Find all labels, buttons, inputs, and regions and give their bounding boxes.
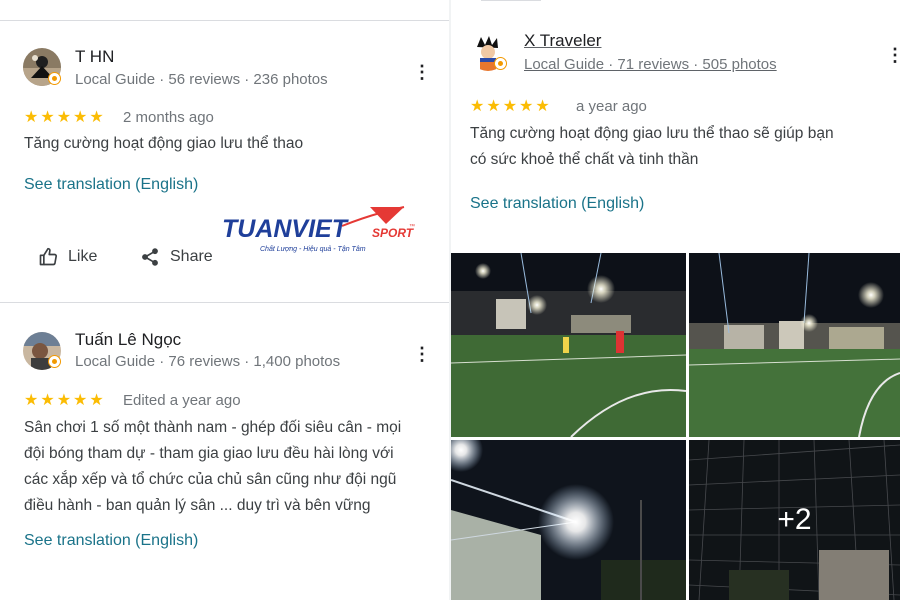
logo-tagline: Chất Lượng - Hiệu quả - Tận Tâm [260, 245, 366, 253]
share-label: Share [170, 248, 213, 265]
divider [0, 302, 449, 303]
review-text-line: các xắp xếp và tổ chức của chủ sân cũng … [24, 471, 397, 488]
see-translation-link[interactable]: See translation (English) [24, 176, 198, 194]
review-date: 2 months ago [123, 109, 214, 126]
tuanviet-sport-logo: TUANVIET SPORT ™ Chất Lượng - Hiệu quả -… [222, 204, 418, 256]
more-vertical-icon[interactable]: ⋮ [412, 60, 432, 84]
review-text-line: đội bóng tham dự - tham gia giao lưu đều… [24, 445, 394, 462]
review-photo[interactable] [689, 253, 900, 437]
local-guide-badge-icon [48, 355, 61, 368]
rating-stars: ★★★★★ [470, 98, 552, 115]
review-photo[interactable] [451, 440, 686, 600]
more-vertical-icon[interactable]: ⋮ [885, 43, 900, 67]
more-photos-count[interactable]: +2 [689, 440, 900, 600]
review-photo[interactable]: +2 [689, 440, 900, 600]
divider [0, 20, 449, 21]
review-date: a year ago [576, 98, 647, 115]
like-label: Like [68, 248, 98, 265]
reviewer-name[interactable]: X Traveler [524, 31, 601, 51]
divider [481, 0, 541, 1]
local-guide-badge-icon [48, 72, 61, 85]
like-button[interactable]: Like [38, 247, 97, 267]
review-text: Tăng cường hoạt động giao lưu thể thao [24, 135, 304, 152]
reviewer-name[interactable]: Tuấn Lê Ngọc [75, 330, 181, 350]
share-button[interactable]: Share [140, 247, 213, 267]
review-text-line: Tăng cường hoạt động giao lưu thể thao s… [470, 125, 834, 142]
reviewer-meta[interactable]: Local Guide · 76 reviews · 1,400 photos [75, 353, 340, 370]
review-photo[interactable] [451, 253, 686, 437]
rating-stars: ★★★★★ [24, 109, 106, 126]
review-text: Tăng cường hoạt động giao lưu thể thao s… [470, 121, 895, 173]
local-guide-badge-icon [494, 57, 507, 70]
review-text-line: điều hành - ban quản lý sân ... duy trì … [24, 497, 371, 514]
right-review-panel: X Traveler Local Guide · 71 reviews · 50… [451, 0, 900, 600]
logo-tm: ™ [409, 223, 415, 230]
share-icon [140, 247, 160, 267]
review-text-line: Sân chơi 1 số một thành nam - ghép đối s… [24, 419, 402, 436]
review-date: Edited a year ago [123, 392, 241, 409]
review-text: Sân chơi 1 số một thành nam - ghép đối s… [24, 415, 444, 519]
reviewer-meta[interactable]: Local Guide · 56 reviews · 236 photos [75, 71, 328, 88]
see-translation-link[interactable]: See translation (English) [24, 532, 198, 550]
see-translation-link[interactable]: See translation (English) [470, 195, 644, 213]
review-text-line: có sức khoẻ thể chất và tinh thần [470, 151, 699, 168]
reviewer-name[interactable]: T HN [75, 47, 114, 67]
thumbs-up-icon [38, 247, 58, 267]
rating-stars: ★★★★★ [24, 392, 106, 409]
more-vertical-icon[interactable]: ⋮ [412, 342, 432, 366]
reviewer-meta[interactable]: Local Guide · 71 reviews · 505 photos [524, 56, 777, 73]
left-review-panel: T HN Local Guide · 56 reviews · 236 phot… [0, 0, 449, 600]
logo-brand: TUANVIET [222, 215, 350, 243]
